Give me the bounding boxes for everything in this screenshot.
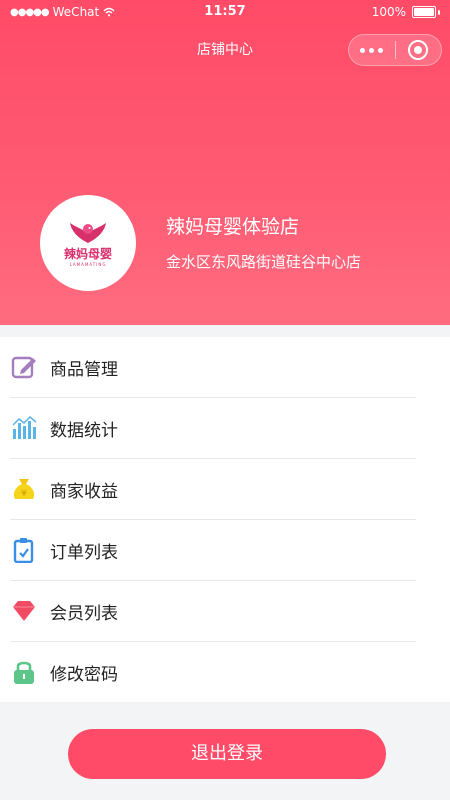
menu-item-label: 商品管理 xyxy=(50,359,118,380)
lock-icon xyxy=(10,658,38,686)
close-button[interactable] xyxy=(396,40,442,60)
menu-item-label: 订单列表 xyxy=(50,542,118,563)
more-button[interactable] xyxy=(349,47,395,53)
shop-avatar: 辣妈母婴 LAMAMATING xyxy=(40,195,136,291)
menu-item-order-list[interactable]: 订单列表 xyxy=(10,520,416,581)
battery-percent: 100% xyxy=(371,5,406,19)
bird-logo-icon xyxy=(70,223,106,243)
logout-button[interactable]: 退出登录 xyxy=(68,729,386,779)
svg-text:¥: ¥ xyxy=(21,489,27,499)
logo-subtext: LAMAMATING xyxy=(69,262,107,267)
menu-item-label: 会员列表 xyxy=(50,603,118,624)
menu-item-merchant-income[interactable]: ¥ 商家收益 xyxy=(10,459,416,520)
clipboard-icon xyxy=(10,536,38,564)
menu-item-label: 数据统计 xyxy=(50,420,118,441)
edit-icon xyxy=(10,353,38,381)
battery-icon xyxy=(412,6,436,18)
menu-item-change-password[interactable]: 修改密码 xyxy=(10,642,416,702)
battery-tip xyxy=(438,9,440,15)
battery-status: 100% xyxy=(372,5,440,19)
more-dots-icon xyxy=(360,47,366,53)
shop-name: 辣妈母婴体验店 xyxy=(166,216,300,238)
menu-list: 商品管理 数据统计 ¥ 商家收益 订单列表 会员列表 修改密码 xyxy=(0,337,450,702)
diamond-icon xyxy=(10,597,38,625)
menu-item-label: 修改密码 xyxy=(50,664,118,685)
mini-program-capsule xyxy=(348,34,442,66)
shop-address: 金水区东风路街道硅谷中心店 xyxy=(166,253,362,271)
status-bar: ●●●●● WeChat 11:57 100% xyxy=(0,0,450,26)
chart-icon xyxy=(10,414,38,442)
logo-text: 辣妈母婴 xyxy=(63,247,112,261)
close-target-icon xyxy=(408,40,429,60)
menu-item-label: 商家收益 xyxy=(50,481,118,502)
menu-item-data-statistics[interactable]: 数据统计 xyxy=(10,398,416,459)
menu-item-member-list[interactable]: 会员列表 xyxy=(10,581,416,642)
money-bag-icon: ¥ xyxy=(10,475,38,503)
menu-item-product-management[interactable]: 商品管理 xyxy=(10,337,416,398)
